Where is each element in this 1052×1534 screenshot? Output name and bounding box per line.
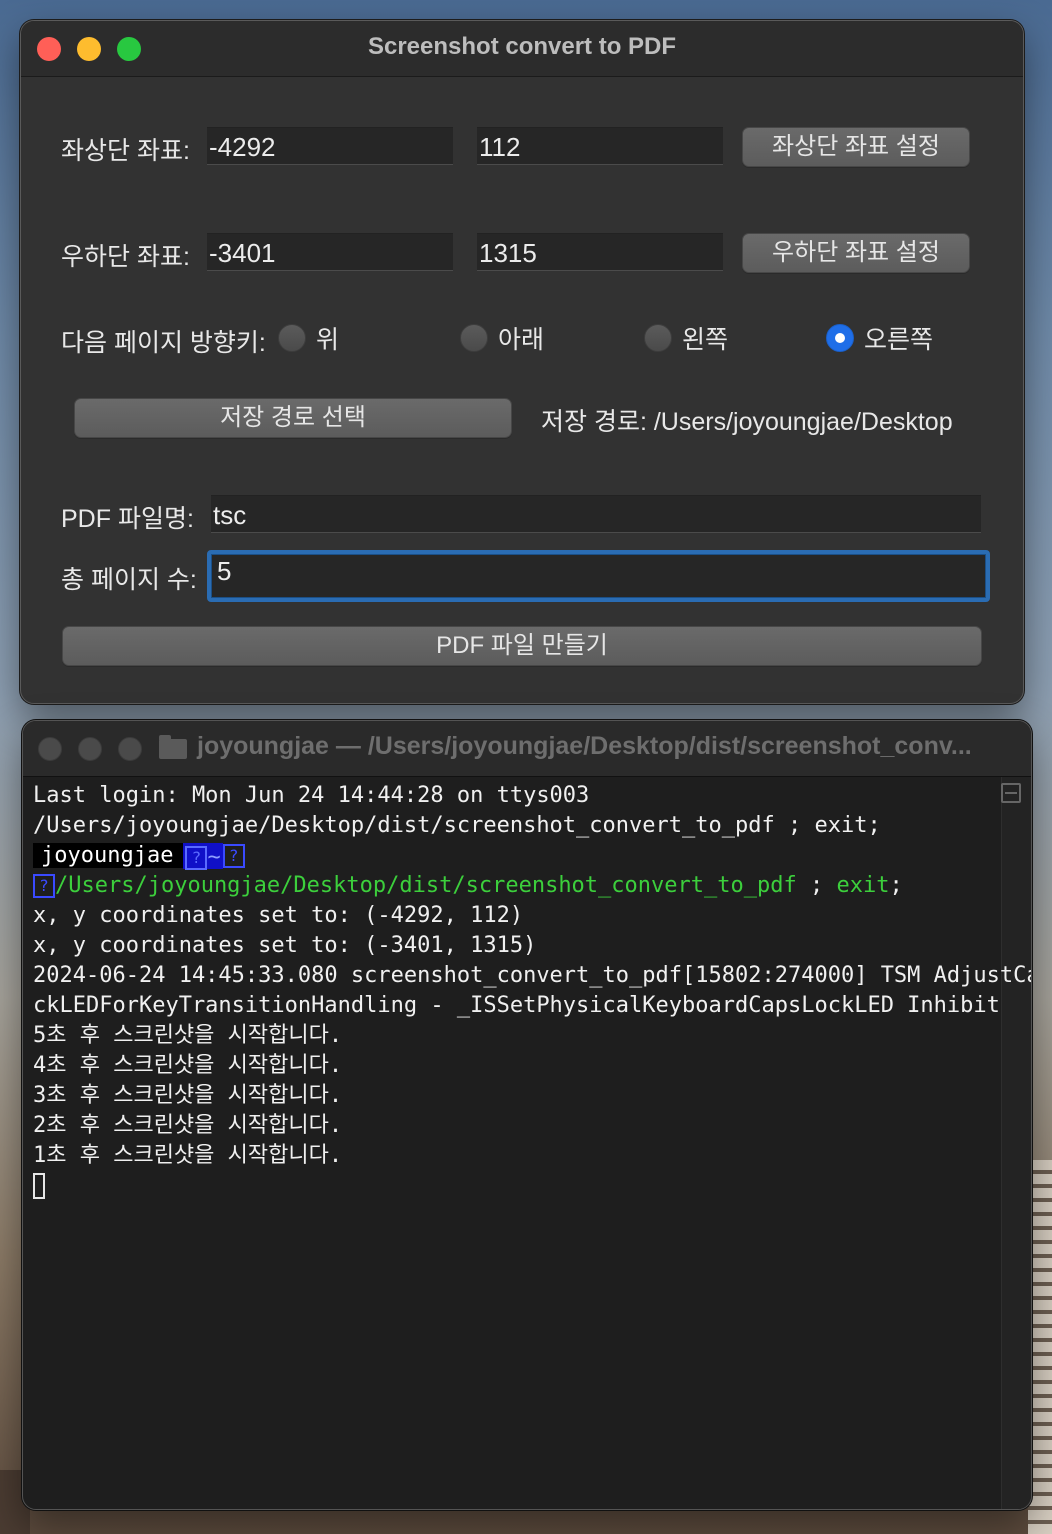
terminal-scrollbar[interactable] (1001, 777, 1031, 1509)
set-top-left-button[interactable]: 좌상단 좌표 설정 (742, 127, 970, 167)
unknown-glyph-icon: ? (33, 874, 55, 898)
save-path-text: 저장 경로: /Users/joyoungjae/Desktop (541, 408, 953, 436)
terminal-title-bar: joyoungjae — /Users/joyoungjae/Desktop/d… (23, 721, 1031, 777)
terminal-line: x, y coordinates set to: (-3401, 1315) (33, 933, 537, 958)
terminal-line: 5초 후 스크린샷을 시작합니다. (33, 1023, 343, 1048)
terminal-cursor-line (33, 1171, 1003, 1201)
terminal-line: 2024-06-24 14:45:33.080 screenshot_conve… (33, 963, 1032, 988)
terminal-line: ckLEDForKeyTransitionHandling - _ISSetPh… (33, 993, 1000, 1018)
pdf-name-field[interactable]: tsc (211, 495, 981, 533)
prompt-segment: ? ~ (183, 843, 223, 870)
terminal-line: Last login: Mon Jun 24 14:44:28 on ttys0… (33, 783, 590, 808)
terminal-line: 1초 후 스크린샷을 시작합니다. (33, 1143, 343, 1168)
terminal-output[interactable]: Last login: Mon Jun 24 14:44:28 on ttys0… (33, 781, 1032, 1201)
radio-button-selected[interactable] (826, 324, 854, 352)
command-args: ; exit; (796, 873, 903, 898)
window-title: Screenshot convert to PDF (367, 33, 677, 60)
prompt-user: joyoungjae (33, 843, 184, 868)
select-save-path-button[interactable]: 저장 경로 선택 (74, 398, 512, 438)
top-left-x-field[interactable]: -4292 (207, 127, 453, 165)
set-bottom-right-button[interactable]: 우하단 좌표 설정 (742, 233, 970, 273)
terminal-cursor (33, 1173, 45, 1199)
create-pdf-button[interactable]: PDF 파일 만들기 (62, 626, 982, 666)
radio-button[interactable] (460, 324, 488, 352)
total-pages-label: 총 페이지 수: (61, 566, 197, 594)
radio-down[interactable]: 아래 (460, 321, 544, 355)
radio-label: 위 (316, 326, 340, 354)
pdf-name-label: PDF 파일명: (61, 505, 194, 533)
radio-left[interactable]: 왼쪽 (644, 321, 728, 355)
terminal-window: joyoungjae — /Users/joyoungjae/Desktop/d… (22, 720, 1032, 1510)
radio-button[interactable] (644, 324, 672, 352)
unknown-glyph-icon: ? (185, 846, 208, 870)
radio-label: 오른쪽 (864, 326, 934, 354)
radio-label: 왼쪽 (682, 326, 729, 354)
direction-label: 다음 페이지 방향키: (61, 329, 266, 357)
terminal-title: joyoungjae — /Users/joyoungjae/Desktop/d… (197, 732, 972, 760)
radio-button[interactable] (278, 324, 306, 352)
title-bar: Screenshot convert to PDF (21, 21, 1023, 77)
terminal-line: 3초 후 스크린샷을 시작합니다. (33, 1083, 343, 1108)
total-pages-field[interactable]: 5 (207, 550, 990, 602)
bottom-right-label: 우하단 좌표: (61, 243, 190, 271)
unknown-glyph-icon: ? (222, 844, 245, 868)
terminal-minimize-button[interactable] (78, 737, 102, 761)
top-left-y-field[interactable]: 112 (477, 127, 723, 165)
terminal-line: 2초 후 스크린샷을 시작합니다. (33, 1113, 343, 1138)
top-left-label: 좌상단 좌표: (61, 137, 190, 165)
terminal-close-button[interactable] (38, 737, 62, 761)
app-window: Screenshot convert to PDF 좌상단 좌표: -4292 … (20, 20, 1024, 704)
radio-up[interactable]: 위 (278, 321, 339, 355)
terminal-line: 4초 후 스크린샷을 시작합니다. (33, 1053, 343, 1078)
terminal-command-line: ?/Users/joyoungjae/Desktop/dist/screensh… (33, 871, 1003, 901)
prompt-tilde: ~ (207, 845, 221, 870)
bottom-right-y-field[interactable]: 1315 (477, 233, 723, 271)
terminal-line: x, y coordinates set to: (-4292, 112) (33, 903, 524, 928)
terminal-line: /Users/joyoungjae/Desktop/dist/screensho… (33, 813, 881, 838)
command-path: /Users/joyoungjae/Desktop/dist/screensho… (55, 873, 797, 898)
terminal-zoom-button[interactable] (118, 737, 142, 761)
scroll-split-icon[interactable] (1001, 783, 1021, 803)
terminal-prompt-line: joyoungjae? ~? (33, 841, 1003, 871)
radio-right[interactable]: 오른쪽 (826, 321, 933, 355)
radio-label: 아래 (498, 326, 545, 354)
folder-icon (159, 735, 187, 759)
bottom-right-x-field[interactable]: -3401 (207, 233, 453, 271)
